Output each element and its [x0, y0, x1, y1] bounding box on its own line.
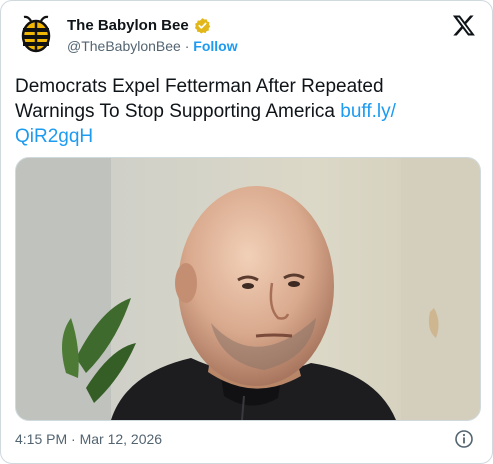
verified-badge-icon [194, 17, 211, 34]
timestamp[interactable]: 4:15 PM · Mar 12, 2026 [15, 431, 162, 447]
tweet-body: Democrats Expel Fetterman After Repeated… [15, 76, 384, 122]
account-names: The Babylon Bee @TheBabylonBee · Follow [67, 15, 238, 56]
info-icon[interactable] [454, 429, 474, 449]
follow-button[interactable]: Follow [193, 38, 237, 54]
tweet-card: The Babylon Bee @TheBabylonBee · Follow … [0, 0, 493, 464]
tweet-text: Democrats Expel Fetterman After Repeated… [15, 74, 465, 149]
x-logo-icon[interactable] [452, 13, 476, 37]
tweet-media-image[interactable] [15, 157, 481, 421]
bee-logo-icon[interactable] [15, 13, 57, 55]
display-name[interactable]: The Babylon Bee [67, 17, 189, 34]
tweet-header: The Babylon Bee @TheBabylonBee · Follow [15, 13, 478, 57]
handle-separator: · [180, 38, 194, 54]
handle[interactable]: @TheBabylonBee [67, 38, 181, 54]
tweet-footer: 4:15 PM · Mar 12, 2026 [15, 429, 478, 451]
